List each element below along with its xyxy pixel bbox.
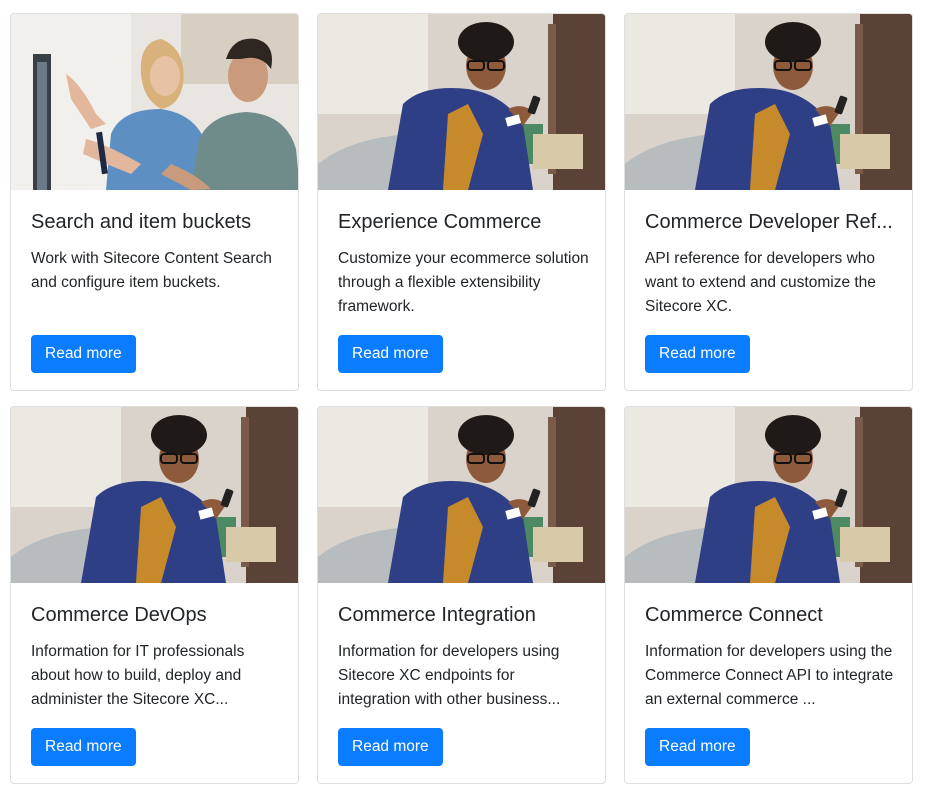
read-more-button[interactable]: Read more — [645, 335, 750, 373]
card-commerce-connect: Commerce Connect Information for develop… — [624, 406, 913, 784]
read-more-button[interactable]: Read more — [338, 335, 443, 373]
card-title: Commerce Connect — [645, 604, 823, 626]
card-description: Work with Sitecore Content Search and co… — [31, 250, 272, 291]
card-title: Experience Commerce — [338, 211, 542, 233]
card-commerce-developer-reference: Commerce Developer Ref... API reference … — [624, 13, 913, 391]
card-description: Customize your ecommerce solution throug… — [338, 250, 589, 315]
card-title: Search and item buckets — [31, 211, 252, 233]
card-title: Commerce Developer Ref... — [645, 211, 893, 233]
shopping-on-phone-photo — [11, 407, 298, 583]
card-title: Commerce Integration — [338, 604, 536, 626]
shopping-on-phone-photo — [625, 407, 912, 583]
read-more-button[interactable]: Read more — [338, 728, 443, 766]
office-meeting-photo — [11, 14, 298, 190]
read-more-button[interactable]: Read more — [31, 335, 136, 373]
read-more-button[interactable]: Read more — [31, 728, 136, 766]
card-description: API reference for developers who want to… — [645, 250, 876, 315]
card-commerce-integration: Commerce Integration Information for dev… — [317, 406, 606, 784]
card-commerce-devops: Commerce DevOps Information for IT profe… — [10, 406, 299, 784]
card-description: Information for developers using Sitecor… — [338, 643, 561, 708]
card-title: Commerce DevOps — [31, 604, 207, 626]
shopping-on-phone-photo — [318, 14, 605, 190]
card-description: Information for developers using the Com… — [645, 643, 894, 708]
shopping-on-phone-photo — [625, 14, 912, 190]
read-more-button[interactable]: Read more — [645, 728, 750, 766]
card-search-and-item-buckets: Search and item buckets Work with Siteco… — [10, 13, 299, 391]
shopping-on-phone-photo — [318, 407, 605, 583]
card-description: Information for IT professionals about h… — [31, 643, 245, 708]
card-experience-commerce: Experience Commerce Customize your ecomm… — [317, 13, 606, 391]
card-grid: Search and item buckets Work with Siteco… — [10, 13, 915, 785]
